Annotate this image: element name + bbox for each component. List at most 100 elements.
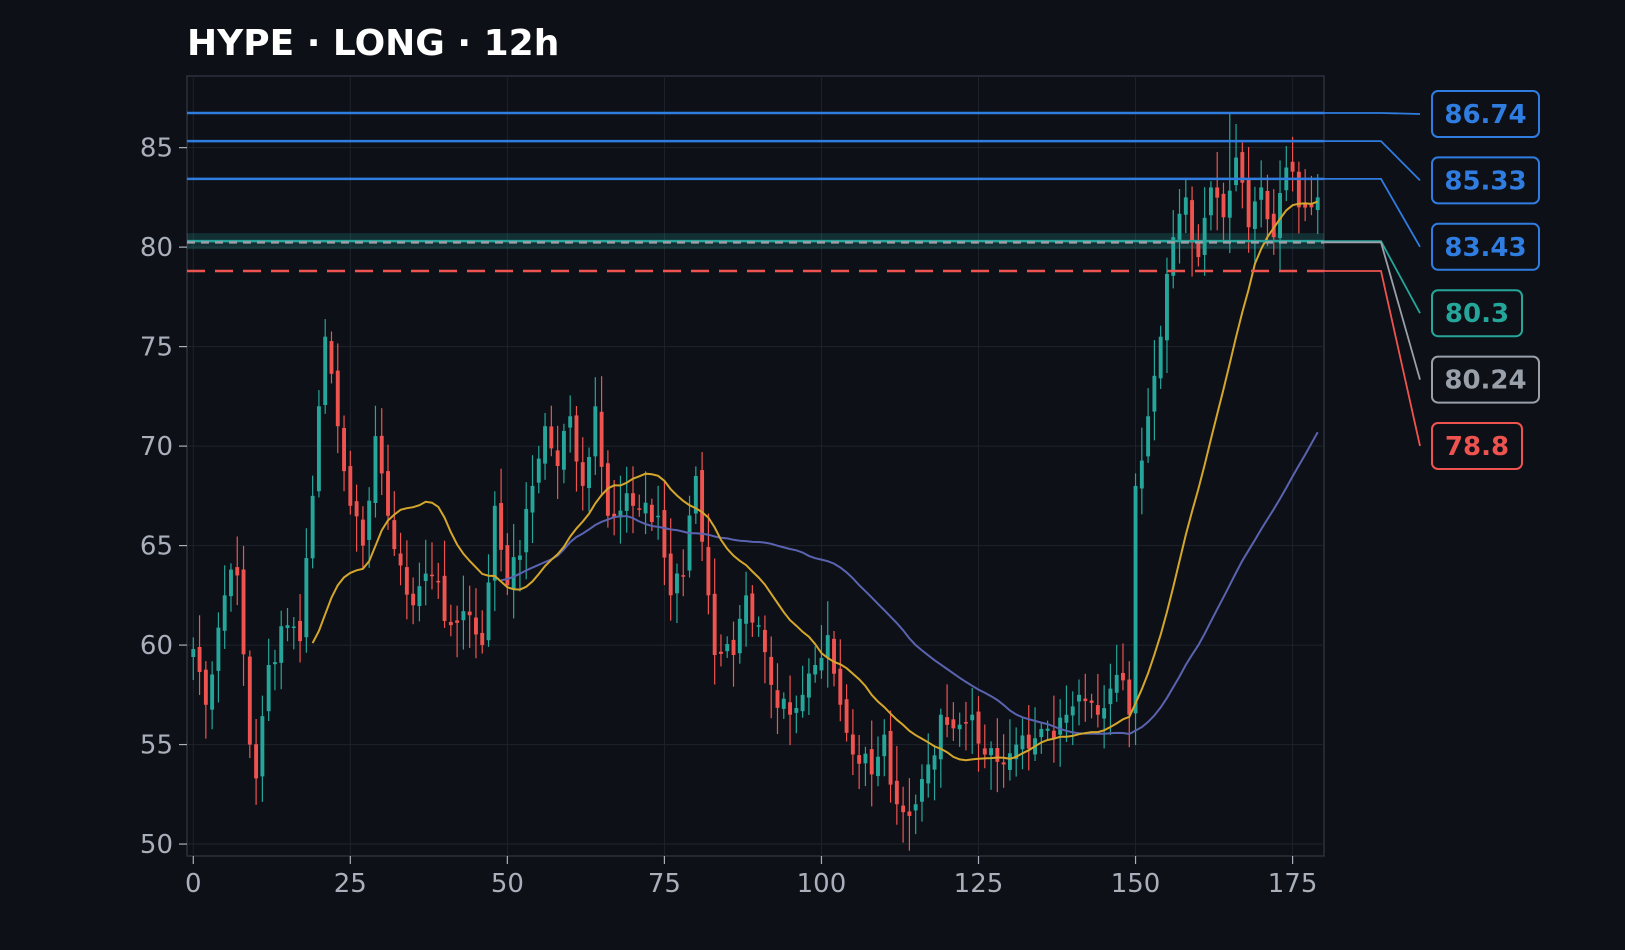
y-tick-label: 65 [140,532,173,562]
candle-body [1315,197,1320,211]
candle-body [335,370,340,427]
candle-body [342,427,346,472]
candle-body [517,555,522,560]
candle-body [492,505,497,581]
candle-body [982,748,987,755]
candle-body [568,416,573,428]
candle-body [467,611,472,616]
candle-body [1265,190,1270,220]
candle-body [1127,679,1132,715]
candle-body [719,651,723,654]
candle-body [511,557,516,589]
candle-body [1039,728,1044,738]
candle-body [712,593,717,656]
candle-body [455,620,460,623]
candle-body [241,569,246,655]
candle-body [706,547,711,596]
candle-body [1001,762,1006,765]
candle [247,650,252,759]
candle-body [951,719,956,729]
candle-body [555,450,560,466]
candle-body [1227,190,1232,218]
level-leader-target [1324,112,1421,115]
candle-body [442,575,447,621]
candle-body [191,649,196,658]
y-tick-label: 50 [140,830,173,860]
level-tag-label: 78.8 [1445,432,1509,462]
candle-body [744,595,749,624]
candle-body [536,458,541,483]
candle-body [901,805,906,813]
candle-body [970,714,975,721]
candle-body [448,621,453,626]
candle-body [379,435,384,474]
candle-body [737,618,742,654]
candle-body [819,657,824,671]
candle-body [1183,197,1188,215]
x-tick-label: 100 [797,869,847,899]
candle-body [700,470,705,542]
candle-body [989,748,994,756]
candle-body [316,406,321,492]
candle-body [436,580,441,583]
candle-body [222,595,227,631]
y-tick-label: 55 [140,731,173,761]
candle-body [687,515,692,571]
candle-body [963,722,968,724]
candle-body [1064,714,1069,723]
candle-body [1234,157,1239,186]
candle-body [599,411,604,467]
candle-body [398,553,403,566]
candle-body [1089,700,1094,703]
candle-body [957,724,962,730]
y-tick-label: 60 [140,631,173,661]
candle-body [486,582,491,641]
candle-body [373,436,378,503]
candle-body [920,779,924,802]
candle-body [631,493,635,506]
candle-body [649,504,654,523]
price-chart: 0 25 50 75 100 125 150 175 50 55 60 65 70 75 80 85 86.7… [0,0,1625,950]
candle-body [762,629,767,653]
candle-body [203,669,208,705]
candle-body [781,698,786,709]
candle-body [247,656,252,745]
candle-body [530,485,535,513]
x-tick-label: 125 [954,869,1004,899]
candle-body [756,625,761,627]
y-tick-label: 75 [140,333,173,363]
y-tick-label: 80 [140,233,173,263]
candle-body [580,462,585,486]
candle-body [1095,705,1100,715]
candle-body [894,780,899,805]
candle-body [1102,708,1107,719]
candle-body [480,632,485,646]
candle-body [788,702,792,715]
candle-body [825,635,830,658]
candle-body [197,646,202,672]
x-tick-label: 0 [185,869,202,899]
candle-body [291,626,296,629]
y-tick-label: 85 [140,134,173,164]
chart-title: HYPE · LONG · 12h [187,23,559,64]
candle-body [725,643,730,652]
candle-body [1259,187,1264,200]
candle-body [1177,213,1182,240]
candle-body [235,567,240,576]
candle-body [769,656,774,685]
candle-body [838,668,843,705]
candle-body [266,664,271,712]
candle-body [794,707,799,713]
candle-body [587,456,591,489]
candle-body [210,674,215,710]
candle-body [254,744,259,779]
candle-body [1139,460,1144,489]
candle-body [310,495,315,559]
candle-body [404,567,409,595]
candle-body [272,662,277,665]
candle-body [656,515,661,518]
candle-body [1114,674,1119,693]
candle-body [775,690,780,708]
candle-body [216,627,221,671]
candle-body [800,694,805,712]
